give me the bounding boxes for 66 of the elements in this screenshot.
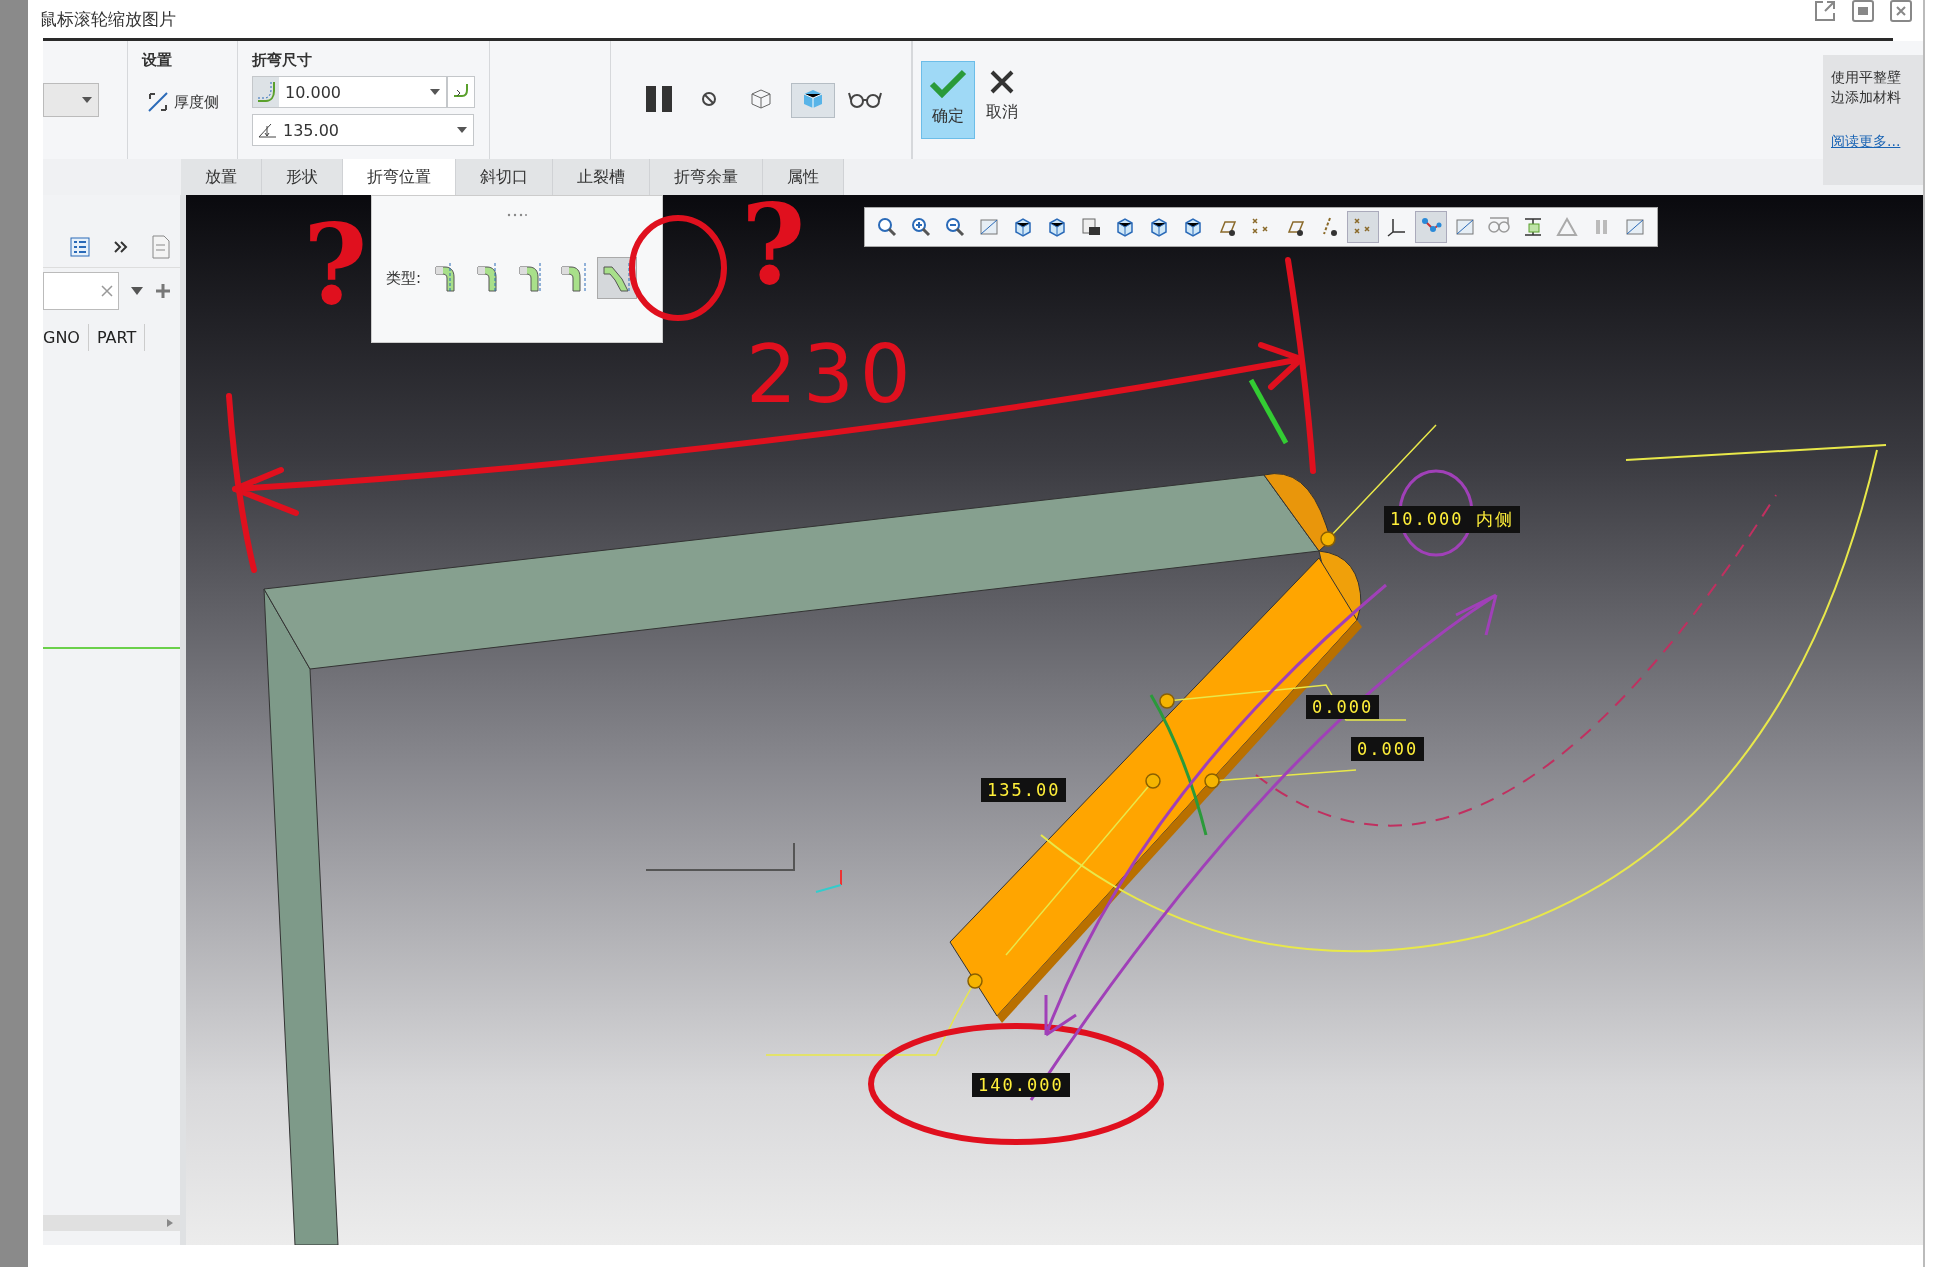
dimension-label[interactable]: 140.000: [972, 1073, 1070, 1097]
frame-icon: [1522, 216, 1544, 238]
preview-toggle-button[interactable]: [791, 82, 835, 118]
cancel-button[interactable]: 取消: [979, 61, 1025, 139]
dimension-label[interactable]: 135.00: [981, 778, 1067, 802]
window-title: 鼠标滚轮缩放图片: [40, 7, 176, 31]
tab[interactable]: 折弯余量: [650, 159, 763, 195]
cube-icon: [1012, 216, 1034, 238]
bend-angle-field[interactable]: 135.00: [252, 114, 474, 146]
arrow-right-icon[interactable]: [166, 1218, 174, 1228]
caret-icon: [82, 97, 92, 103]
thickness-side-button[interactable]: 厚度侧: [142, 86, 223, 118]
cube-arrow-icon: [1148, 216, 1170, 238]
bend-length-icon: [253, 77, 279, 107]
confirm-button[interactable]: 确定: [921, 61, 975, 139]
popout-icon[interactable]: [1813, 0, 1837, 23]
column-header[interactable]: GNO: [43, 324, 89, 351]
chevron-right-icon[interactable]: [113, 240, 129, 254]
close-icon: [988, 68, 1016, 96]
help-text: 使用平整壁: [1831, 69, 1902, 87]
list-icon[interactable]: [69, 236, 91, 258]
repaint-icon: [978, 216, 1000, 238]
pause-icon: [644, 83, 674, 114]
tab[interactable]: 斜切口: [456, 159, 553, 195]
bend-length-field[interactable]: 10.000: [252, 76, 447, 108]
type-label: 类型:: [386, 268, 422, 288]
column-header[interactable]: PART: [96, 324, 146, 351]
group-title: 折弯尺寸: [252, 51, 313, 70]
caret-icon: [457, 127, 467, 133]
flip-side-button[interactable]: [447, 76, 475, 108]
angle-icon: [257, 121, 277, 139]
zoom-in-icon: [910, 216, 932, 238]
shaded-cube-icon: [1182, 216, 1204, 238]
plus-icon[interactable]: [155, 283, 171, 299]
horizontal-scrollbar[interactable]: [43, 1215, 180, 1231]
zoom-fit-icon: [876, 216, 898, 238]
dimension-label[interactable]: 0.000: [1351, 737, 1425, 761]
tab[interactable]: 折弯位置: [343, 159, 456, 195]
panel-icon: [1624, 216, 1646, 238]
help-text: 边添加材料: [1831, 89, 1902, 107]
camera-icon: [1080, 216, 1102, 238]
tab[interactable]: 放置: [181, 159, 262, 195]
bend-shape-icon: [602, 260, 633, 293]
caret-icon: [430, 89, 440, 95]
tab[interactable]: 形状: [262, 159, 343, 195]
handwritten-question-mark: ?: [741, 195, 806, 300]
close-icon[interactable]: [1889, 0, 1913, 23]
checkmark-icon: [928, 68, 968, 100]
read-more-link[interactable]: 阅读更多...: [1831, 133, 1923, 151]
csys-eye-icon: [1386, 216, 1408, 238]
view-cube-icon: [1046, 216, 1068, 238]
dimension-label[interactable]: 10.000 内侧: [1384, 506, 1520, 533]
handwritten-question-mark: ?: [303, 210, 368, 320]
dimension-label[interactable]: 0.000: [1306, 695, 1380, 719]
handwritten-length: 230: [746, 335, 917, 415]
triangle-icon: [1556, 216, 1578, 238]
tab[interactable]: 属性: [763, 159, 844, 195]
cube-arrow-icon: [1114, 216, 1136, 238]
tab[interactable]: 止裂槽: [553, 159, 650, 195]
clear-icon[interactable]: [100, 284, 114, 298]
flip-arrows-icon: [146, 90, 170, 114]
maximize-icon[interactable]: [1851, 0, 1875, 23]
group-title: 设置: [142, 51, 173, 70]
zoom-out-icon: [944, 216, 966, 238]
caret-icon[interactable]: [131, 287, 143, 295]
search-field[interactable]: [43, 272, 119, 310]
